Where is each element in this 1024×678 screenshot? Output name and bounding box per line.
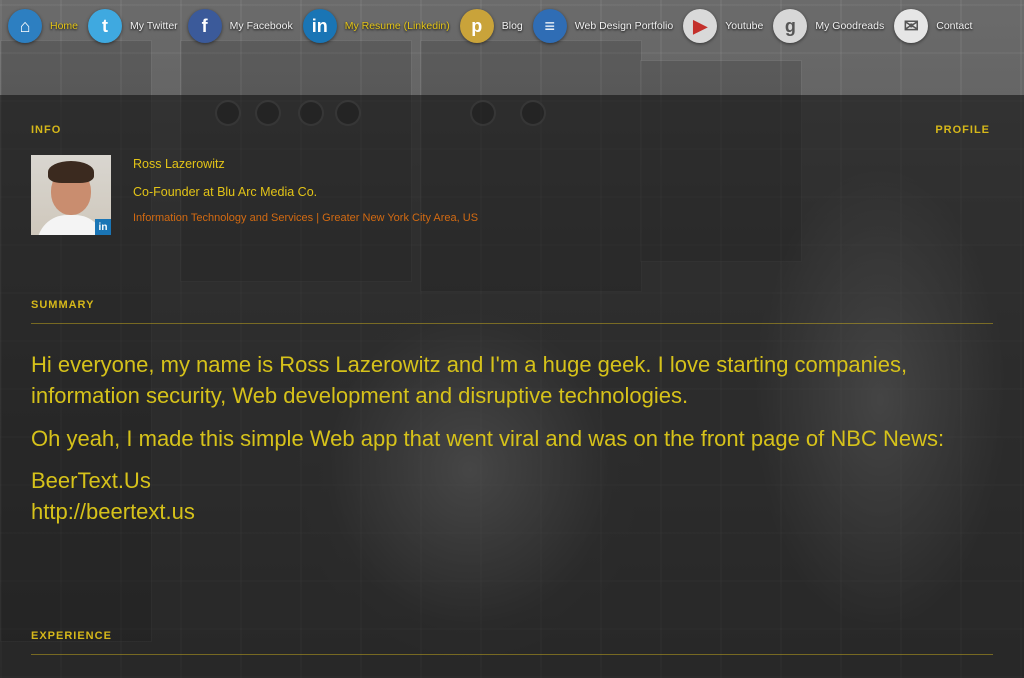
nav-label[interactable]: Home — [50, 20, 78, 32]
nav-item-home[interactable]: ⌂ Home — [8, 9, 78, 43]
nav-item-mail[interactable]: ✉ Contact — [894, 9, 972, 43]
nav-item-twitter[interactable]: t My Twitter — [88, 9, 178, 43]
portfolio-icon[interactable]: ≡ — [532, 9, 567, 43]
summary-link-title: BeerText.Us — [31, 468, 151, 494]
nav-label[interactable]: Blog — [502, 20, 523, 32]
mail-icon[interactable]: ✉ — [894, 9, 929, 43]
nav-label[interactable]: My Goodreads — [815, 20, 884, 32]
goodreads-icon[interactable]: g — [773, 9, 808, 43]
linkedin-icon[interactable]: in — [302, 9, 337, 43]
experience-divider — [31, 654, 993, 655]
home-icon[interactable]: ⌂ — [8, 9, 42, 43]
info-label: INFO — [31, 124, 62, 136]
profile-meta: Information Technology and Services | Gr… — [133, 212, 479, 224]
blog-icon[interactable]: p — [459, 9, 494, 43]
nav-label[interactable]: Web Design Portfolio — [575, 20, 673, 32]
nav-item-youtube[interactable]: ▶ Youtube — [683, 9, 763, 43]
profile-link[interactable]: PROFILE — [935, 124, 990, 136]
facebook-icon[interactable]: f — [187, 9, 222, 43]
summary-paragraph: Oh yeah, I made this simple Web app that… — [31, 425, 945, 451]
nav-label[interactable]: My Resume (Linkedin) — [345, 20, 450, 32]
top-nav: ⌂ Home t My Twitter f My Facebook in My Resume … — [0, 0, 1024, 52]
nav-item-linkedin[interactable]: in My Resume (Linkedin) — [302, 9, 450, 43]
nav-label[interactable]: My Facebook — [230, 20, 293, 32]
summary-link-url[interactable]: http://beertext.us — [31, 497, 991, 528]
avatar: in — [31, 155, 111, 235]
experience-label: EXPERIENCE — [31, 630, 112, 642]
profile-headline: Co-Founder at Blu Arc Media Co. — [133, 185, 318, 199]
summary-label: SUMMARY — [31, 299, 95, 311]
nav-label[interactable]: Contact — [936, 20, 972, 32]
linkedin-badge-icon[interactable]: in — [95, 219, 111, 235]
avatar-hair — [48, 161, 94, 183]
twitter-icon[interactable]: t — [88, 9, 123, 43]
summary-divider — [31, 323, 993, 324]
profile-name: Ross Lazerowitz — [133, 157, 225, 171]
nav-item-portfolio[interactable]: ≡ Web Design Portfolio — [532, 9, 673, 43]
nav-item-goodreads[interactable]: g My Goodreads — [773, 9, 884, 43]
nav-item-blog[interactable]: p Blog — [459, 9, 523, 43]
nav-item-facebook[interactable]: f My Facebook — [187, 9, 293, 43]
summary-paragraph: Hi everyone, my name is Ross Lazerowitz … — [31, 352, 908, 408]
nav-label[interactable]: My Twitter — [130, 20, 178, 32]
summary-body: Hi everyone, my name is Ross Lazerowitz … — [31, 350, 991, 528]
nav-label[interactable]: Youtube — [725, 20, 763, 32]
youtube-icon[interactable]: ▶ — [683, 9, 718, 43]
